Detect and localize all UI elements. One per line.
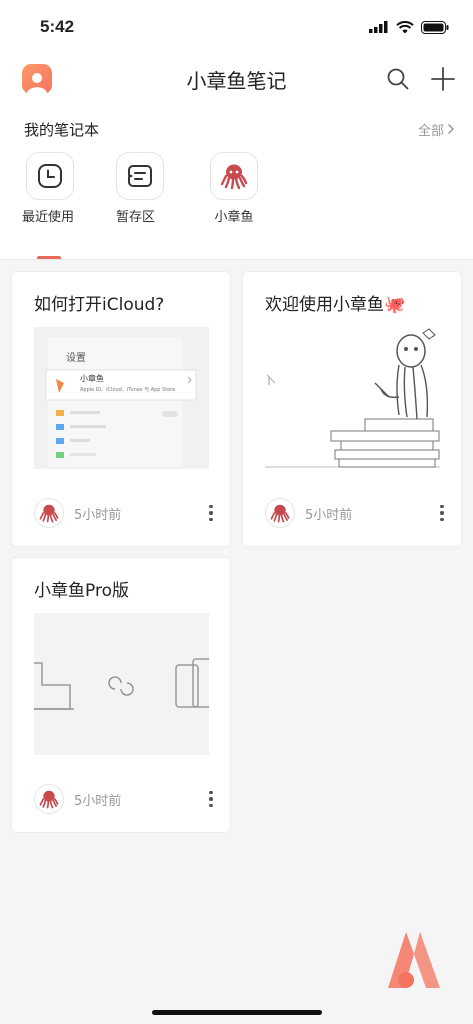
notebooks-title: 我的笔记本 bbox=[24, 120, 100, 139]
user-avatar[interactable] bbox=[22, 64, 52, 94]
note-card[interactable]: 如何打开iCloud? 设置 小章鱼 Apple ID、iCloud、iTune… bbox=[12, 272, 230, 546]
notebook-drafts[interactable]: 暂存区 bbox=[116, 152, 210, 225]
octopus-books-illustration bbox=[265, 327, 440, 469]
notebook-recent[interactable]: 最近使用 bbox=[22, 152, 116, 225]
notebook-label: 暂存区 bbox=[116, 210, 156, 225]
battery-icon bbox=[421, 20, 449, 34]
search-icon[interactable] bbox=[387, 68, 409, 90]
note-thumbnail bbox=[34, 613, 209, 755]
signal-icon bbox=[369, 21, 388, 33]
status-icons bbox=[369, 20, 449, 34]
view-all-label: 全部 bbox=[417, 123, 444, 139]
notebook-octopus[interactable]: 小章鱼 bbox=[210, 152, 304, 225]
top-panel: 5:42 小章鱼笔记 我的笔记本 全部 最近使用 暂存区 小章鱼 bbox=[0, 0, 473, 260]
note-card[interactable]: 小章鱼Pro版 5小时前 bbox=[12, 558, 230, 832]
notebook-avatar bbox=[265, 498, 295, 528]
note-title: 欢迎使用小章鱼🐙 bbox=[265, 295, 406, 315]
notebook-list: 最近使用 暂存区 小章鱼 bbox=[0, 152, 473, 225]
add-icon[interactable] bbox=[431, 67, 455, 91]
thumb-settings-title: 设置 bbox=[66, 353, 86, 364]
thumb-app-name: 小章鱼 bbox=[80, 374, 104, 383]
status-time: 5:42 bbox=[40, 17, 75, 36]
note-time: 5小时前 bbox=[305, 507, 353, 523]
person-icon bbox=[27, 73, 47, 94]
sync-devices-illustration bbox=[34, 613, 209, 755]
clock-icon bbox=[38, 164, 62, 188]
thumb-app-desc: Apple ID、iCloud、iTunes 与 App Store bbox=[80, 387, 176, 393]
note-card[interactable]: 欢迎使用小章鱼🐙 5小时前 bbox=[243, 272, 461, 546]
home-indicator bbox=[152, 1010, 322, 1015]
note-time: 5小时前 bbox=[74, 793, 122, 809]
wifi-icon bbox=[396, 20, 414, 33]
octopus-icon bbox=[39, 790, 59, 809]
more-icon[interactable] bbox=[437, 504, 447, 522]
more-icon[interactable] bbox=[206, 790, 216, 808]
more-icon[interactable] bbox=[206, 504, 216, 522]
octopus-icon bbox=[39, 504, 59, 523]
note-time: 5小时前 bbox=[74, 507, 122, 523]
note-footer: 5小时前 bbox=[34, 498, 216, 528]
app-logo-watermark bbox=[388, 932, 440, 988]
notebooks-header: 我的笔记本 全部 bbox=[0, 118, 473, 140]
draft-icon bbox=[128, 165, 152, 187]
navbar: 小章鱼笔记 bbox=[0, 54, 473, 104]
octopus-icon bbox=[220, 164, 248, 190]
note-thumbnail: 设置 小章鱼 Apple ID、iCloud、iTunes 与 App Stor… bbox=[34, 327, 209, 469]
view-all-link[interactable]: 全部 bbox=[418, 120, 455, 139]
note-footer: 5小时前 bbox=[265, 498, 447, 528]
settings-screenshot-image bbox=[34, 327, 209, 469]
notebook-avatar bbox=[34, 784, 64, 814]
chevron-right-icon bbox=[447, 123, 455, 135]
note-title: 小章鱼Pro版 bbox=[34, 581, 129, 601]
notebook-label: 小章鱼 bbox=[214, 210, 254, 225]
notebook-avatar bbox=[34, 498, 64, 528]
note-thumbnail bbox=[265, 327, 440, 469]
divider bbox=[0, 259, 473, 260]
notebook-label: 最近使用 bbox=[22, 210, 75, 225]
note-footer: 5小时前 bbox=[34, 784, 216, 814]
note-title: 如何打开iCloud? bbox=[34, 295, 165, 315]
status-bar: 5:42 bbox=[0, 0, 473, 54]
octopus-icon bbox=[270, 504, 290, 523]
